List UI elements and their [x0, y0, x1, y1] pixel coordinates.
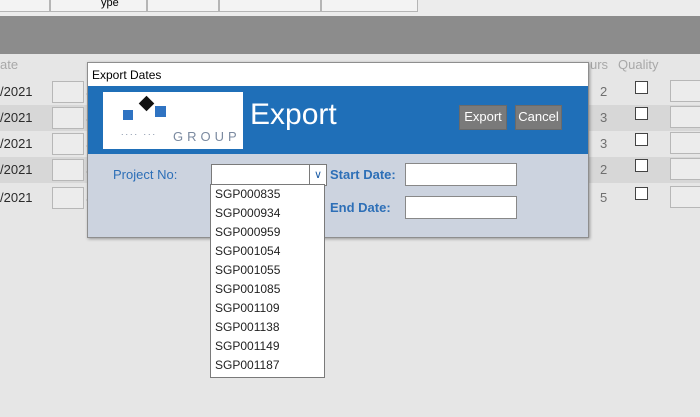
export-button[interactable]: Export	[459, 105, 507, 130]
bg-row-cell	[52, 133, 84, 155]
bg-row-cell	[52, 187, 84, 209]
bg-row-cell	[52, 81, 84, 103]
end-date-label: End Date:	[330, 200, 391, 215]
dialog-header-banner: .... ... GROUP Export Export Cancel	[88, 86, 588, 154]
bg-row-cell	[670, 186, 700, 208]
bg-quality-checkbox[interactable]	[635, 187, 648, 200]
bg-row-date: /2021	[0, 110, 33, 125]
bg-top-cell	[321, 0, 418, 12]
logo-dots: .... ...	[121, 127, 158, 137]
bg-col-hours: urs	[590, 57, 609, 72]
end-date-input[interactable]	[405, 196, 517, 219]
dropdown-option[interactable]: SGP001109	[211, 299, 324, 318]
dropdown-option[interactable]: SGP000835	[211, 185, 324, 204]
company-logo: .... ... GROUP	[103, 92, 243, 149]
dropdown-option[interactable]: SGP001187	[211, 356, 324, 375]
bg-row-hours: 3	[600, 136, 608, 151]
start-date-label: Start Date:	[330, 167, 396, 182]
export-dates-dialog: Export Dates .... ... GROUP Export Expor…	[87, 62, 589, 238]
dropdown-option[interactable]: SGP001054	[211, 242, 324, 261]
chevron-down-icon[interactable]: ∨	[309, 165, 326, 185]
bg-row-cell	[52, 107, 84, 129]
background-top-strip: ype	[0, 0, 700, 16]
logo-diamond-icon	[138, 95, 155, 112]
bg-top-cell: ype	[50, 0, 147, 12]
bg-top-cell-text: ype	[101, 0, 119, 9]
bg-row-cell	[670, 106, 700, 128]
bg-row-cell	[670, 132, 700, 154]
dropdown-option[interactable]: SGP001138	[211, 318, 324, 337]
bg-row-hours: 3	[600, 110, 608, 125]
dropdown-option[interactable]: SGP001149	[211, 337, 324, 356]
bg-row-hours: 2	[600, 84, 608, 99]
bg-quality-checkbox[interactable]	[635, 107, 648, 120]
bg-row-date: /2021	[0, 190, 33, 205]
bg-col-quality: Quality	[618, 57, 659, 72]
background-header-band	[0, 16, 700, 54]
logo-square-icon	[155, 106, 166, 117]
project-no-dropdown-list[interactable]: SGP000835 SGP000934 SGP000959 SGP001054 …	[210, 184, 325, 378]
header-title: Export	[250, 98, 337, 131]
bg-row-date: /2021	[0, 84, 33, 99]
bg-row-cell	[52, 159, 84, 181]
bg-row-date: /2021	[0, 136, 33, 151]
project-no-label: Project No:	[113, 167, 178, 182]
dropdown-option[interactable]: SGP000934	[211, 204, 324, 223]
bg-row-date: /2021	[0, 162, 33, 177]
bg-top-cell	[0, 0, 50, 12]
bg-row-cell	[670, 80, 700, 102]
dialog-title: Export Dates	[92, 68, 162, 82]
bg-row-hours: 5	[600, 190, 608, 205]
dialog-titlebar[interactable]: Export Dates	[88, 63, 588, 86]
dropdown-option[interactable]: SGP001085	[211, 280, 324, 299]
cancel-button[interactable]: Cancel	[515, 105, 562, 130]
bg-top-cell	[219, 0, 321, 12]
bg-quality-checkbox[interactable]	[635, 159, 648, 172]
bg-quality-checkbox[interactable]	[635, 133, 648, 146]
logo-square-icon	[123, 110, 133, 120]
logo-text: GROUP	[173, 129, 241, 144]
dropdown-option[interactable]: SGP001055	[211, 261, 324, 280]
bg-row-cell	[670, 158, 700, 180]
bg-col-date: ate	[0, 57, 19, 72]
bg-top-cell	[147, 0, 219, 12]
start-date-input[interactable]	[405, 163, 517, 186]
project-no-combobox[interactable]: ∨	[211, 164, 327, 186]
bg-quality-checkbox[interactable]	[635, 81, 648, 94]
bg-row-hours: 2	[600, 162, 608, 177]
dropdown-option[interactable]: SGP000959	[211, 223, 324, 242]
